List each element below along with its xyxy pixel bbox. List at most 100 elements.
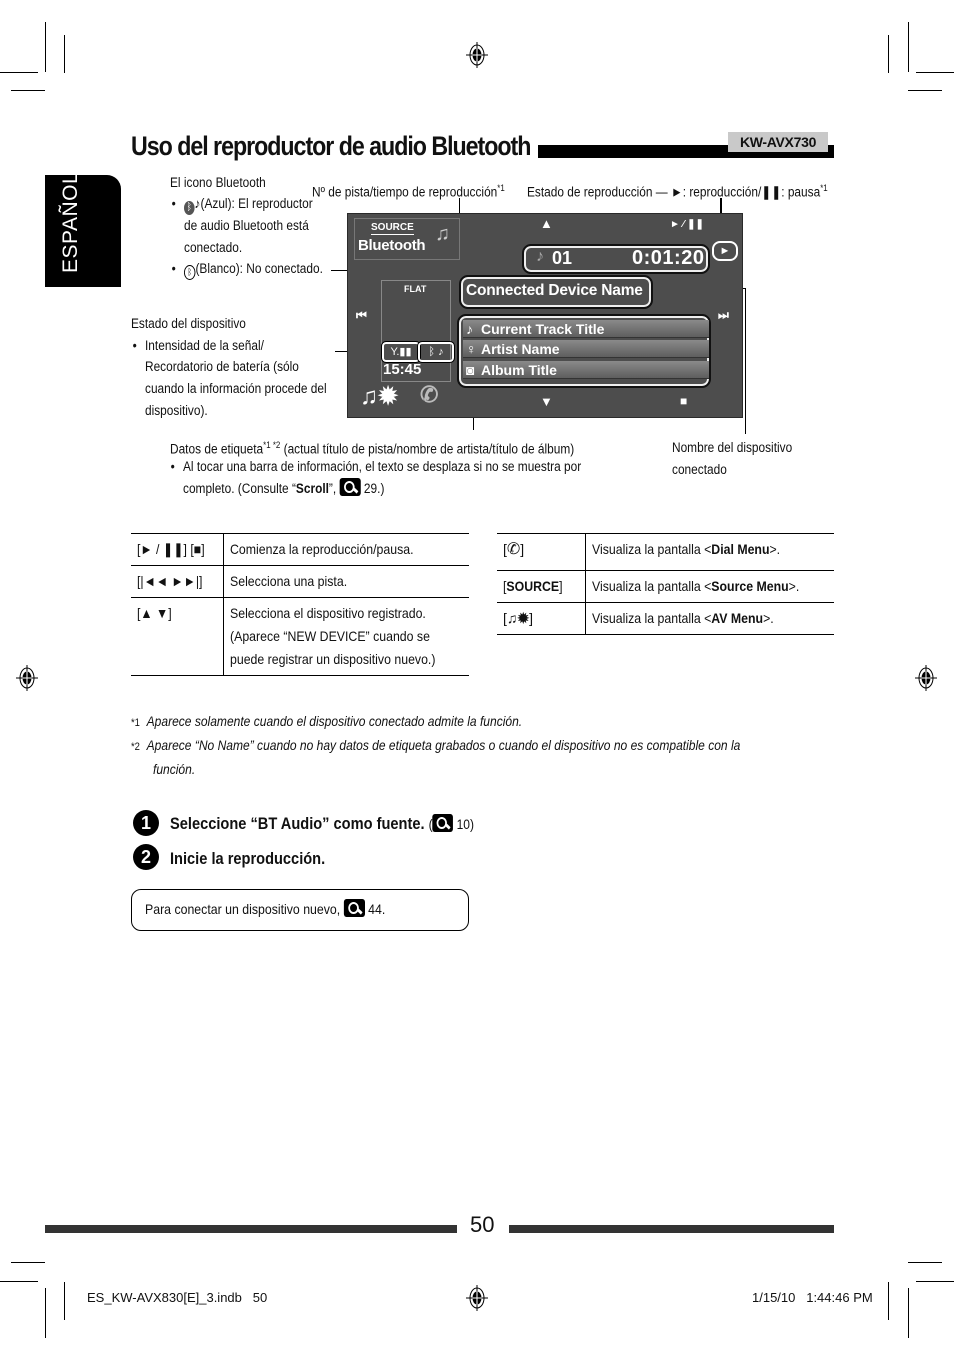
footer-rule-right <box>509 1225 834 1233</box>
device-name-bar[interactable]: Connected Device Name <box>459 275 653 309</box>
controls-table-left: [► / ❚❚] [■] Comienza la reproducción/pau… <box>131 533 469 676</box>
artist-icon: ♀ <box>466 341 477 357</box>
artist-bar[interactable]: ♀ Artist Name <box>463 340 709 358</box>
bluetooth-music-icon: ♫ <box>435 223 450 245</box>
crop-mark <box>916 1281 954 1282</box>
source-button[interactable]: SOURCE Bluetooth ♫ <box>354 218 460 260</box>
crop-mark <box>908 1262 942 1263</box>
bt-icon-blue-note: ᛒ ♪(Azul): El reproductor <box>184 193 313 215</box>
device-screen: SOURCE Bluetooth ♫ ▲ ► ⁄ ❚❚ ► ♪ 01 0:01:… <box>347 213 743 418</box>
registration-mark-icon <box>16 665 38 691</box>
track-title-bar[interactable]: ♪ Current Track Title <box>463 320 709 338</box>
bt-icon-heading: El icono Bluetooth <box>170 175 266 190</box>
phone-icon: ✆ <box>506 541 521 558</box>
bt-icon-white-note: ᛒ (Blanco): No conectado. <box>184 258 323 280</box>
track-time-callout: Nº de pista/tiempo de reproducción*1 <box>312 183 505 200</box>
signal-battery-icon: Y.▮▮ <box>381 341 421 363</box>
device-name-callout-2: conectado <box>672 462 727 477</box>
crop-mark <box>11 90 45 91</box>
down-button[interactable]: ▼ <box>540 394 553 409</box>
crop-mark <box>45 1288 46 1338</box>
crop-mark <box>908 1288 909 1338</box>
clock: 15:45 <box>383 361 422 378</box>
prev-track-button[interactable]: ⏮ <box>356 308 367 323</box>
album-bar[interactable]: ◙ Album Title <box>463 361 709 379</box>
crop-mark <box>45 22 46 72</box>
crop-mark <box>0 72 38 73</box>
model-badge: KW-AVX730 <box>728 132 828 152</box>
eq-mode: FLAT <box>404 284 427 294</box>
device-state-heading: Estado del dispositivo <box>131 316 246 331</box>
device-state-note-1: Intensidad de la señal/ <box>145 338 264 353</box>
tag-info-panel: ♪ Current Track Title ♀ Artist Name ◙ Album… <box>457 314 711 388</box>
source-value: Bluetooth <box>358 237 426 254</box>
crop-mark <box>888 1282 889 1320</box>
footer-rule-left <box>45 1225 457 1233</box>
bt-icon-blue-note-2: de audio Bluetooth está <box>184 218 309 233</box>
device-state-note-2: Recordatorio de batería (sólo <box>145 359 299 374</box>
step-number-2: 2 <box>133 844 159 870</box>
language-tab: ESPAÑOL <box>45 171 121 287</box>
page-number: 50 <box>470 1212 495 1237</box>
table-row: [SOURCE] Visualiza la pantalla <Source Me… <box>497 570 834 603</box>
registration-mark-icon <box>466 42 488 68</box>
table-row: [✆] Visualiza la pantalla <Dial Menu>. <box>497 533 834 571</box>
bluetooth-status-icon: ᛒ ♪ <box>417 341 455 363</box>
play-time: 0:01:20 <box>632 247 705 269</box>
source-label: SOURCE <box>371 222 414 235</box>
timestamp: 1/15/10 1:44:46 PM <box>752 1290 873 1305</box>
table-row: [|◄◄ ►►|] Selecciona una pista. <box>131 565 469 598</box>
step-number-1: 1 <box>133 810 159 836</box>
up-button[interactable]: ▲ <box>540 216 553 231</box>
play-pause-button[interactable]: ► ⁄ ❚❚ <box>670 219 704 230</box>
dial-menu-phone-icon[interactable]: ✆ <box>420 382 438 408</box>
table-row: [► / ❚❚] [■] Comienza la reproducción/pau… <box>131 533 469 566</box>
controls-table-right: [✆] Visualiza la pantalla <Dial Menu>. [S… <box>497 533 834 635</box>
tag-note-1: Al tocar una barra de información, el te… <box>183 459 582 474</box>
footnote-2-cont: función. <box>153 761 196 777</box>
device-name-callout-1: Nombre del dispositivo <box>672 440 793 455</box>
footnote-2: *2 Aparece “No Name” cuando no hay datos… <box>131 737 741 753</box>
tag-note-2: completo. (Consulte “Scroll”, 29.) <box>183 478 384 500</box>
crop-mark <box>11 1262 45 1263</box>
bluetooth-outline-icon: ᛒ <box>184 265 196 280</box>
crop-mark <box>916 72 954 73</box>
table-row: [♫✹] Visualiza la pantalla <AV Menu>. <box>497 602 834 635</box>
play-state-callout: Estado de reproducción — ►: reproducción… <box>527 183 828 200</box>
album-icon: ◙ <box>466 362 475 378</box>
page-title: Uso del reproductor de audio Bluetooth <box>131 131 531 161</box>
footnote-1: *1 Aparece solamente cuando el dispositi… <box>131 713 523 729</box>
crop-mark <box>64 35 65 73</box>
connected-device-name: Connected Device Name <box>466 282 643 299</box>
magnifier-icon <box>343 899 365 917</box>
crop-mark <box>64 1282 65 1320</box>
music-note-icon: ♪ <box>536 248 544 265</box>
info-box: Para conectar un dispositivo nuevo, 44. <box>131 889 469 931</box>
next-track-button[interactable]: ⏭ <box>718 308 729 323</box>
step-1: Seleccione “BT Audio” como fuente. ( 10) <box>170 814 475 833</box>
track-number: 01 <box>552 248 573 268</box>
stop-button[interactable]: ■ <box>680 394 687 408</box>
file-name: ES_KW-AVX830[E]_3.indb 50 <box>87 1290 268 1305</box>
magnifier-icon <box>339 478 361 496</box>
music-note-icon: ♪ <box>466 321 473 337</box>
bt-icon-blue-note-3: conectado. <box>184 240 243 255</box>
magnifier-icon <box>432 814 454 832</box>
leader-line <box>745 288 746 434</box>
av-menu-button[interactable]: ♫✹ <box>360 382 398 411</box>
table-row: [▲ ▼] Selecciona el dispositivo registrad… <box>131 597 469 676</box>
crop-mark <box>908 22 909 72</box>
language-label: ESPAÑOL <box>59 171 82 273</box>
crop-mark <box>908 90 942 91</box>
status-panel: FLAT Y.▮▮ ᛒ ♪ 15:45 <box>381 280 455 382</box>
info-text: Para conectar un dispositivo nuevo, 44. <box>145 899 386 917</box>
play-state-icon: ► <box>712 241 738 261</box>
bluetooth-icon: ᛒ <box>184 201 195 215</box>
device-state-note-3: cuando la información procede del <box>145 381 327 396</box>
registration-mark-icon <box>466 1285 488 1311</box>
registration-mark-icon <box>915 665 937 691</box>
scroll-ref: Scroll <box>295 481 329 496</box>
device-state-note-4: dispositivo). <box>145 403 208 418</box>
step-2: Inicie la reproducción. <box>170 849 326 868</box>
crop-mark <box>888 35 889 73</box>
